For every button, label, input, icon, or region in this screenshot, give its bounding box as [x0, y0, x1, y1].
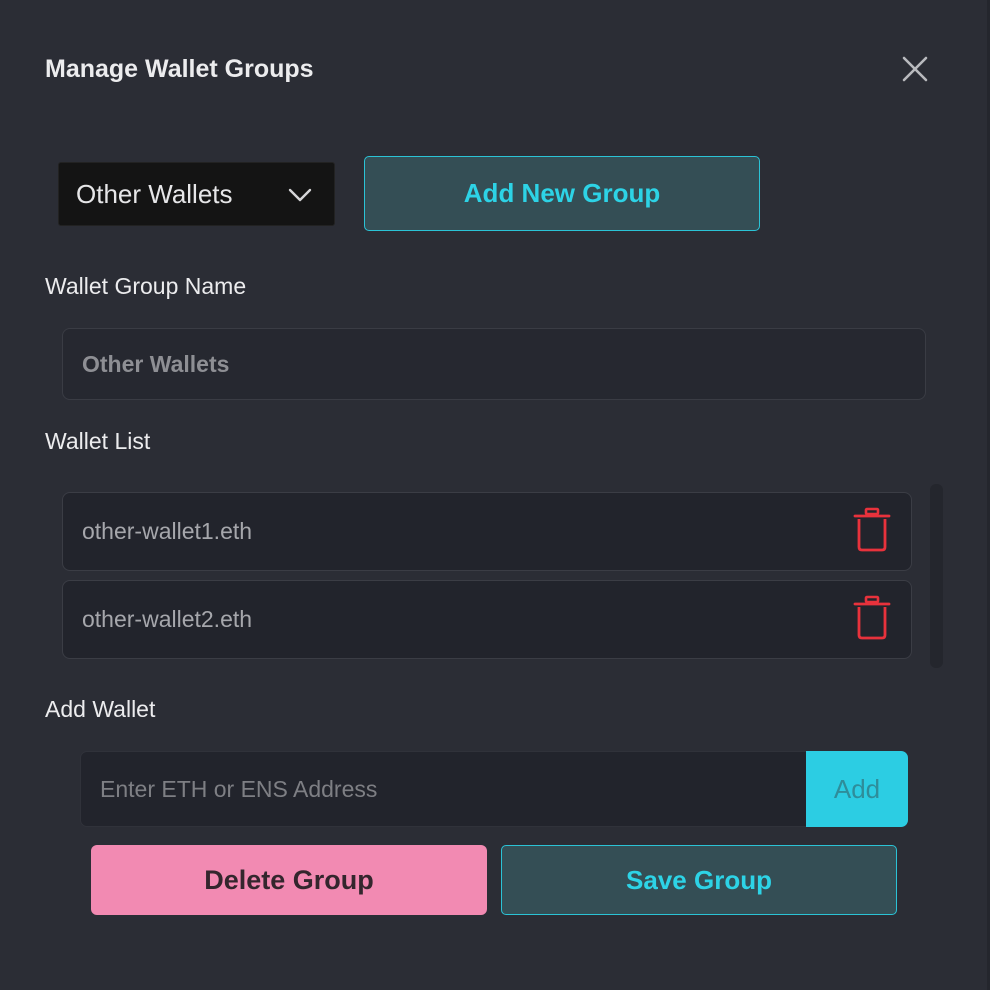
trash-icon	[853, 595, 891, 640]
add-wallet-label: Add Wallet	[45, 696, 156, 722]
wallet-address: other-wallet2.eth	[82, 606, 253, 632]
wallet-list-item: other-wallet2.eth	[62, 580, 912, 659]
add-new-group-button[interactable]: Add New Group	[364, 156, 760, 231]
wallet-list-item: other-wallet1.eth	[62, 492, 912, 571]
wallet-group-name-input[interactable]: Other Wallets	[62, 328, 926, 400]
close-icon	[902, 56, 928, 82]
wallet-group-select-value: Other Wallets	[76, 178, 233, 209]
modal-title: Manage Wallet Groups	[45, 55, 314, 83]
wallet-group-select[interactable]: Other Wallets	[58, 162, 335, 226]
wallet-address: other-wallet1.eth	[82, 518, 253, 544]
manage-wallet-groups-modal: Manage Wallet Groups Other Wallets Add N…	[0, 0, 990, 990]
chevron-down-icon	[288, 188, 312, 202]
close-button[interactable]	[898, 52, 932, 86]
wallet-group-name-label: Wallet Group Name	[45, 273, 247, 299]
trash-icon	[853, 507, 891, 552]
delete-group-button[interactable]: Delete Group	[91, 845, 487, 915]
add-wallet-button[interactable]: Add	[806, 751, 908, 827]
save-group-button[interactable]: Save Group	[501, 845, 897, 915]
remove-wallet-button[interactable]	[852, 507, 892, 553]
wallet-list-label: Wallet List	[45, 428, 151, 454]
wallet-list-scrollbar[interactable]	[930, 484, 943, 668]
remove-wallet-button[interactable]	[852, 595, 892, 641]
wallet-address-input[interactable]	[80, 751, 808, 827]
